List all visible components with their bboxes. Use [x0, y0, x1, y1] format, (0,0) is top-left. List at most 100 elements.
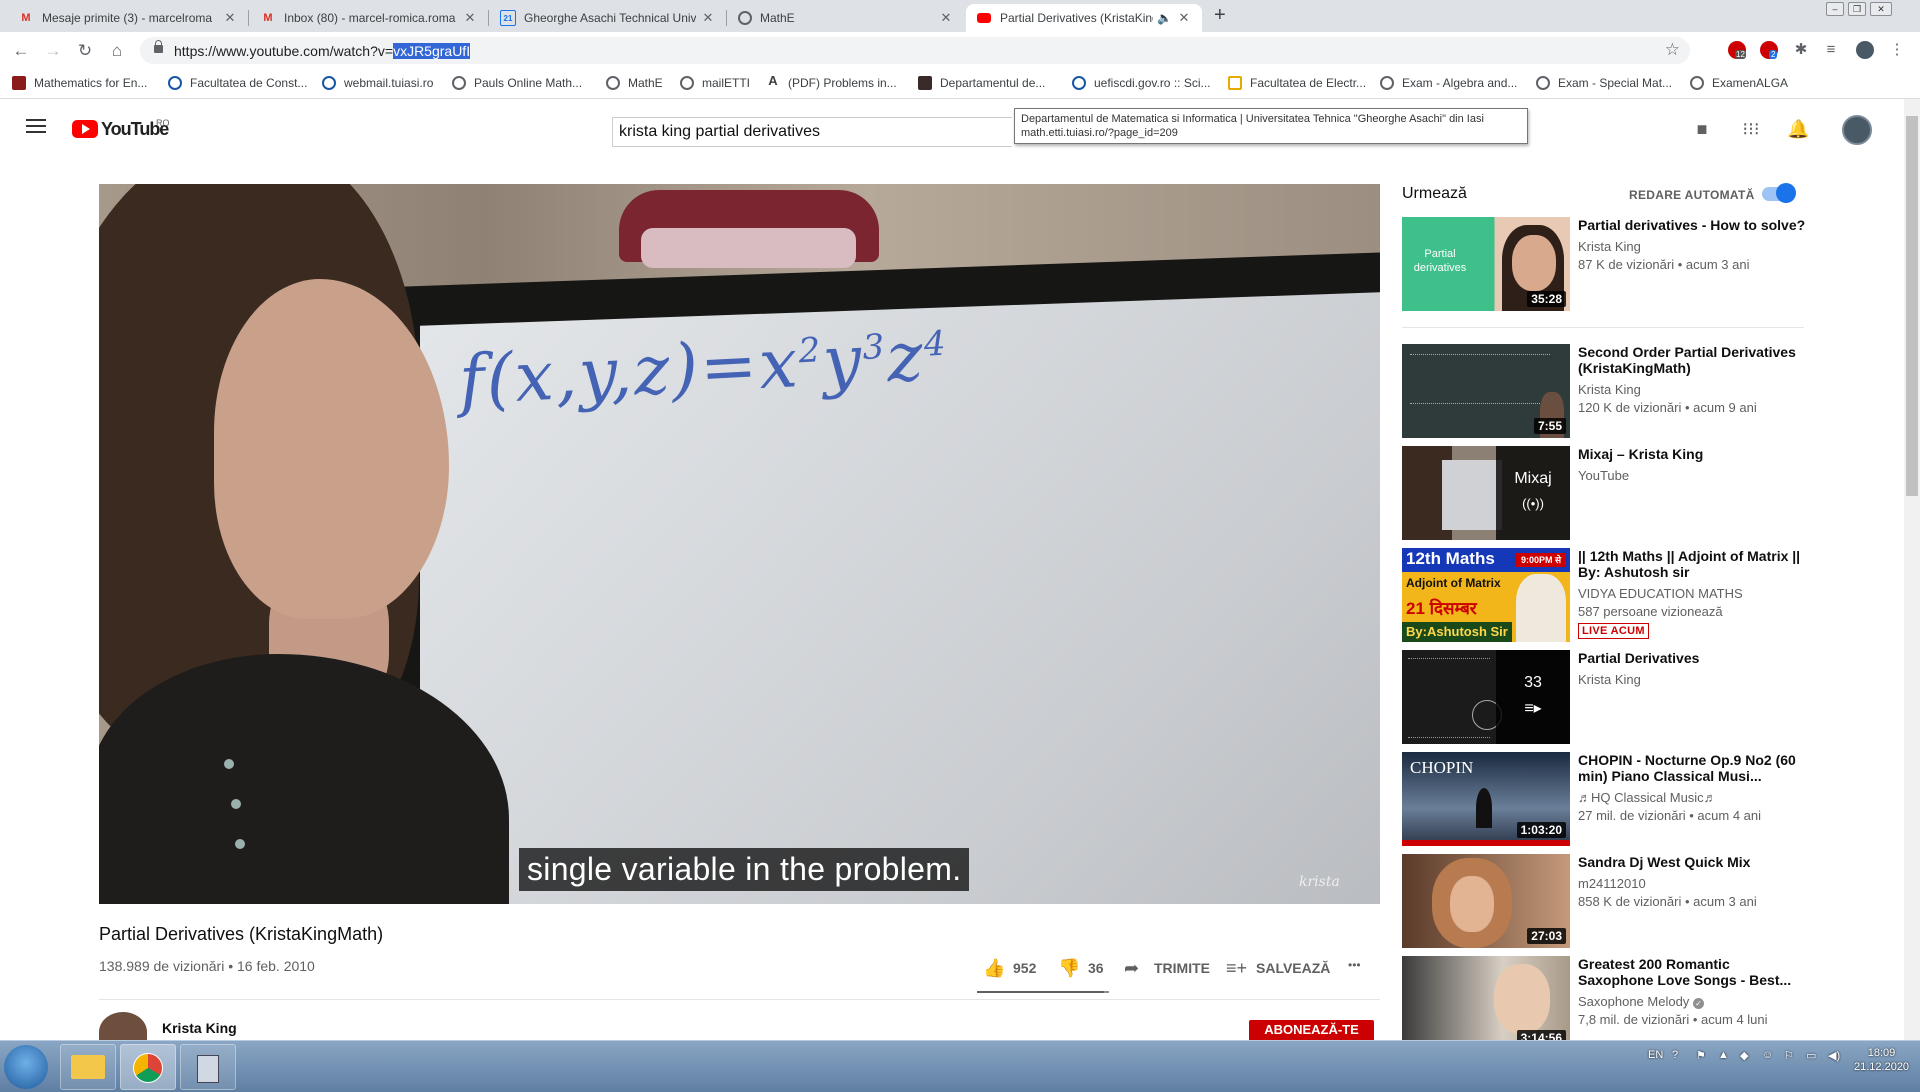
channel-name[interactable]: Krista King — [1578, 239, 1808, 254]
tab-calendar[interactable]: 21 Gheorghe Asachi Technical Unive ✕ — [490, 4, 726, 32]
tab-gmail-1[interactable]: M Mesaje primite (3) - marcelroma ✕ — [8, 4, 248, 32]
create-video-icon[interactable]: ■ — [1691, 119, 1713, 139]
bookmark-item[interactable]: uefiscdi.gov.ro :: Sci... — [1072, 76, 1211, 90]
extension-icon[interactable]: 2 — [1760, 41, 1778, 59]
video-thumbnail[interactable]: 7:55 — [1402, 344, 1570, 438]
like-button[interactable]: 👍 952 — [983, 958, 1036, 978]
video-title[interactable]: CHOPIN - Nocturne Op.9 No2 (60 min) Pian… — [1578, 752, 1808, 784]
video-title[interactable]: Second Order Partial Derivatives (Krista… — [1578, 344, 1808, 376]
dislike-button[interactable]: 👎 36 — [1058, 958, 1104, 978]
video-title[interactable]: || 12th Maths || Adjoint of Matrix || By… — [1578, 548, 1808, 580]
file-explorer-icon[interactable] — [60, 1044, 116, 1090]
avatar[interactable] — [1842, 115, 1872, 145]
forward-arrow-icon[interactable]: → — [42, 40, 64, 62]
bookmark-star-icon[interactable]: ☆ — [1665, 40, 1680, 60]
minimize-button[interactable]: – — [1826, 2, 1844, 16]
channel-name[interactable]: Krista King — [1578, 382, 1808, 397]
volume-icon[interactable]: ◀) — [1828, 1049, 1840, 1062]
video-thumbnail[interactable]: 3:14:56 — [1402, 956, 1570, 1050]
display-icon[interactable]: ▭ — [1806, 1049, 1816, 1062]
url-text[interactable]: https://www.youtube.com/watch?v=vxJR5gra… — [174, 43, 471, 59]
suggested-video[interactable]: Partial derivatives 35:28 Partial deriva… — [1402, 217, 1814, 311]
address-bar[interactable]: https://www.youtube.com/watch?v=vxJR5gra… — [140, 37, 1690, 64]
bookmark-item[interactable]: mailETTI — [680, 76, 750, 90]
bookmark-item[interactable]: Pauls Online Math... — [452, 76, 582, 90]
bookmark-item[interactable]: MathE — [606, 76, 663, 90]
close-icon[interactable]: ✕ — [700, 10, 716, 26]
tray-arrow-icon[interactable]: ▲ — [1718, 1049, 1729, 1061]
bookmark-item[interactable]: Facultatea de Const... — [168, 76, 307, 90]
media-control-icon[interactable]: ≡ — [1822, 41, 1840, 59]
channel-name[interactable]: VIDYA EDUCATION MATHS — [1578, 586, 1808, 601]
scrollbar-thumb[interactable] — [1906, 116, 1918, 496]
bookmark-item[interactable]: webmail.tuiasi.ro — [322, 76, 433, 90]
autoplay-toggle-knob[interactable] — [1776, 183, 1796, 203]
video-player[interactable]: f(x,y,z)=x2y3z4 single variable in the p… — [99, 184, 1380, 904]
suggested-video[interactable]: CHOPIN 1:03:20 CHOPIN - Nocturne Op.9 No… — [1402, 752, 1814, 846]
close-window-button[interactable]: ✕ — [1870, 2, 1892, 16]
channel-name[interactable]: ♬HQ Classical Music♬ — [1578, 790, 1808, 805]
clock[interactable]: 18:09 21.12.2020 — [1854, 1047, 1909, 1073]
network-icon[interactable]: ⚑ — [1696, 1049, 1706, 1062]
video-thumbnail[interactable]: Mixaj ((•)) — [1402, 446, 1570, 540]
close-icon[interactable]: ✕ — [938, 10, 954, 26]
channel-name[interactable]: Krista King — [1578, 672, 1808, 687]
notifications-bell-icon[interactable]: 🔔 — [1787, 119, 1809, 139]
video-thumbnail[interactable]: Partial derivatives 35:28 — [1402, 217, 1570, 311]
back-arrow-icon[interactable]: ← — [10, 40, 32, 62]
close-icon[interactable]: ✕ — [462, 10, 478, 26]
hamburger-menu-icon[interactable] — [26, 119, 46, 133]
user-tray-icon[interactable]: ☺ — [1762, 1049, 1773, 1061]
bookmark-item[interactable]: Exam - Special Mat... — [1536, 76, 1672, 90]
youtube-logo-icon[interactable] — [72, 120, 98, 138]
language-indicator[interactable]: EN — [1648, 1049, 1663, 1061]
suggested-video[interactable]: 3:14:56 Greatest 200 Romantic Saxophone … — [1402, 956, 1814, 1050]
search-input[interactable] — [612, 117, 1012, 147]
save-button[interactable]: ≡+ SALVEAZĂ — [1226, 958, 1330, 978]
bookmark-item[interactable]: ExamenALGA — [1690, 76, 1788, 90]
close-icon[interactable]: ✕ — [1176, 10, 1192, 26]
suggested-live-video[interactable]: 12th Maths 9:00PM से Adjoint of Matrix 2… — [1402, 548, 1814, 642]
tab-youtube-active[interactable]: Partial Derivatives (KristaKing 🔈 ✕ — [966, 4, 1202, 32]
dropbox-icon[interactable]: ◆ — [1740, 1049, 1748, 1062]
profile-avatar-icon[interactable] — [1856, 41, 1874, 59]
bookmark-item[interactable]: Mathematics for En... — [12, 76, 147, 90]
tab-gmail-2[interactable]: M Inbox (80) - marcel-romica.roma ✕ — [250, 4, 488, 32]
video-title[interactable]: Partial derivatives - How to solve? — [1578, 217, 1808, 233]
bookmark-item[interactable]: Departamentul de... — [918, 76, 1045, 90]
apps-grid-icon[interactable]: ⁝⁝⁝ — [1740, 119, 1762, 139]
restore-button[interactable]: ❐ — [1848, 2, 1866, 16]
share-button[interactable]: ➦ TRIMITE — [1124, 958, 1210, 978]
video-thumbnail[interactable]: CHOPIN 1:03:20 — [1402, 752, 1570, 846]
speaker-icon[interactable]: 🔈 — [1157, 11, 1172, 25]
channel-name[interactable]: YouTube — [1578, 468, 1808, 483]
video-title[interactable]: Greatest 200 Romantic Saxophone Love Son… — [1578, 956, 1808, 988]
subscribe-button[interactable]: ABONEAZĂ-TE — [1249, 1020, 1374, 1040]
channel-name[interactable]: Saxophone Melody ✓ — [1578, 994, 1808, 1009]
chrome-taskbar-icon[interactable] — [120, 1044, 176, 1090]
channel-name[interactable]: Krista King — [162, 1020, 237, 1036]
flag-icon[interactable]: ⚐ — [1784, 1049, 1794, 1062]
more-actions-button[interactable]: ••• — [1348, 958, 1361, 972]
reload-icon[interactable]: ↻ — [74, 40, 96, 62]
close-icon[interactable]: ✕ — [222, 10, 238, 26]
extension-icon[interactable]: 12 — [1728, 41, 1746, 59]
channel-name[interactable]: m24112010 — [1578, 876, 1808, 891]
video-thumbnail[interactable]: 27:03 — [1402, 854, 1570, 948]
home-icon[interactable]: ⌂ — [106, 40, 128, 62]
suggested-video[interactable]: 7:55 Second Order Partial Derivatives (K… — [1402, 344, 1814, 438]
suggested-playlist[interactable]: 33 ≡▸ Partial Derivatives Krista King — [1402, 650, 1814, 744]
new-tab-button[interactable]: + — [1214, 4, 1226, 27]
suggested-mix[interactable]: Mixaj ((•)) Mixaj – Krista King YouTube — [1402, 446, 1814, 540]
video-title[interactable]: Partial Derivatives — [1578, 650, 1808, 666]
suggested-video[interactable]: 27:03 Sandra Dj West Quick Mix m24112010… — [1402, 854, 1814, 948]
video-thumbnail[interactable]: 12th Maths 9:00PM से Adjoint of Matrix 2… — [1402, 548, 1570, 642]
help-icon[interactable]: ? — [1672, 1049, 1678, 1061]
bookmark-item[interactable]: A (PDF) Problems in... — [766, 74, 896, 90]
video-thumbnail[interactable]: 33 ≡▸ — [1402, 650, 1570, 744]
bookmark-item[interactable]: Facultatea de Electr... — [1228, 76, 1366, 90]
video-title[interactable]: Mixaj – Krista King — [1578, 446, 1808, 462]
tab-mathe[interactable]: MathE ✕ — [728, 4, 964, 32]
puzzle-icon[interactable]: ✱ — [1792, 41, 1810, 59]
windows-start-icon[interactable] — [4, 1045, 48, 1089]
